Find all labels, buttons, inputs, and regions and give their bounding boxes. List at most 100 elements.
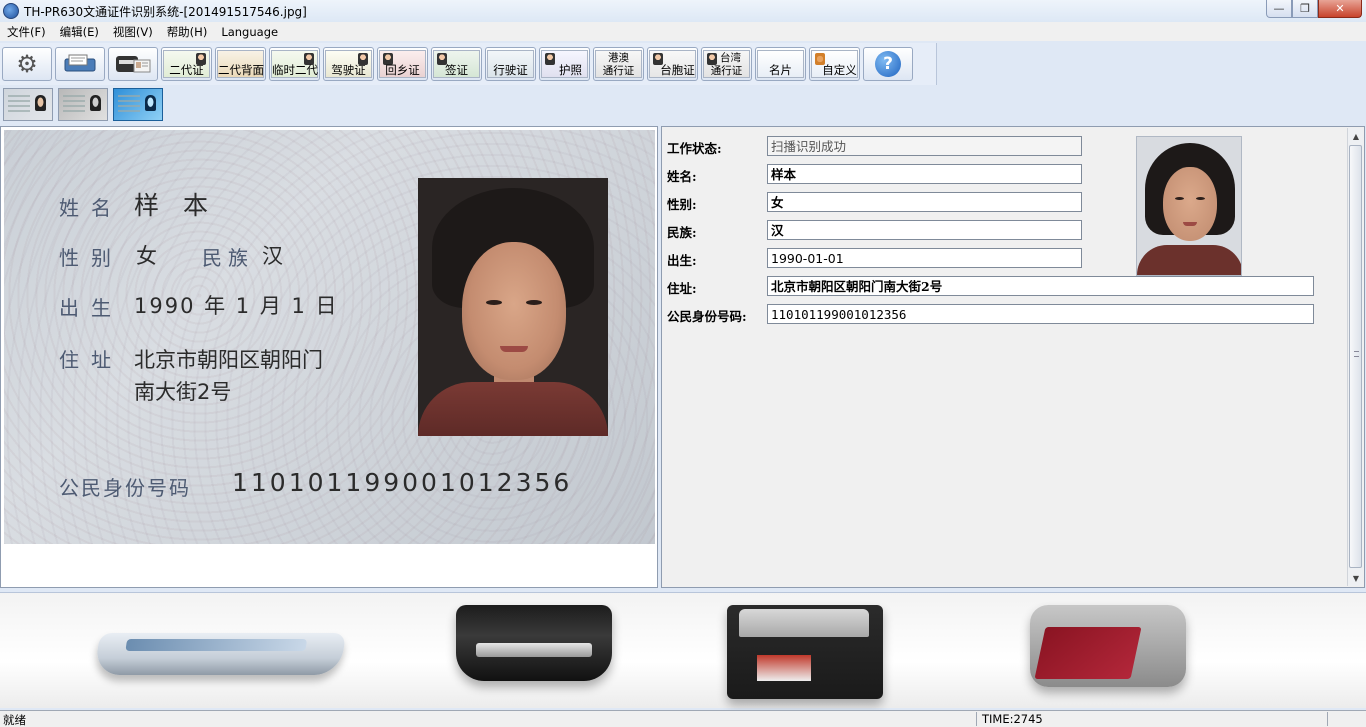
doc-taiwan-pass-button[interactable]: 台湾 通行证 bbox=[701, 47, 752, 81]
id-number-label: 公民身份号码: bbox=[667, 309, 747, 324]
id-card-image: 姓名 样 本 性别 女 民族 汉 出生 1990 年 1 月 1 日 住址 北京… bbox=[4, 130, 655, 544]
menu-view[interactable]: 视图(V) bbox=[106, 24, 160, 40]
menu-bar: 文件(F) 编辑(E) 视图(V) 帮助(H) Language bbox=[0, 22, 1366, 41]
doc-hk-macau-pass-button[interactable]: 港澳 通行证 bbox=[593, 47, 644, 81]
status-divider bbox=[1327, 712, 1328, 726]
scroll-down-icon[interactable]: ▼ bbox=[1348, 570, 1364, 586]
passport-reader-image bbox=[1030, 605, 1186, 687]
taiwan-pass-icon: 台湾 通行证 bbox=[703, 50, 750, 78]
doc-label: 行驶证 bbox=[493, 63, 528, 77]
maximize-button[interactable]: ❐ bbox=[1292, 0, 1318, 18]
doc-label: 台胞证 bbox=[660, 63, 695, 77]
doc-label: 自定义 bbox=[822, 63, 857, 77]
menu-file[interactable]: 文件(F) bbox=[0, 24, 53, 40]
doc-label: 名片 bbox=[769, 63, 792, 77]
scan-image-panel: 姓名 样 本 性别 女 民族 汉 出生 1990 年 1 月 1 日 住址 北京… bbox=[0, 126, 658, 588]
card-gender-label: 性别 bbox=[59, 246, 123, 270]
business-card-icon: 名片 bbox=[757, 50, 804, 78]
close-icon: ✕ bbox=[1335, 2, 1345, 15]
gender-field[interactable]: 女 bbox=[767, 192, 1082, 212]
status-label: 工作状态: bbox=[667, 141, 722, 156]
homecoming-permit-icon: 回乡证 bbox=[379, 50, 426, 78]
doc-custom-button[interactable]: 自定义 bbox=[809, 47, 860, 81]
ethnicity-field[interactable]: 汉 bbox=[767, 220, 1082, 240]
birth-label: 出生: bbox=[667, 253, 697, 268]
menu-edit[interactable]: 编辑(E) bbox=[53, 24, 106, 40]
help-icon: ? bbox=[875, 51, 901, 77]
name-label: 姓名: bbox=[667, 169, 697, 184]
menu-language[interactable]: Language bbox=[214, 25, 285, 39]
card-portrait bbox=[418, 178, 608, 436]
status-divider bbox=[976, 712, 977, 726]
card-address-line1: 北京市朝阳区朝阳门 bbox=[134, 348, 323, 372]
minimize-button[interactable]: — bbox=[1266, 0, 1292, 18]
driver-license-icon: 驾驶证 bbox=[325, 50, 372, 78]
doc-temp-idcard-button[interactable]: 临时二代 bbox=[269, 47, 320, 81]
card-address-label: 住址 bbox=[59, 348, 123, 372]
window-controls: — ❐ ✕ bbox=[1266, 0, 1362, 18]
scroll-up-icon[interactable]: ▲ bbox=[1348, 128, 1364, 144]
thumbnail-grayscale[interactable] bbox=[58, 88, 108, 121]
app-icon bbox=[3, 3, 19, 19]
window-title: TH-PR630文通证件识别系统-[201491517546.jpg] bbox=[24, 4, 307, 19]
doc-driver-license-button[interactable]: 驾驶证 bbox=[323, 47, 374, 81]
close-button[interactable]: ✕ bbox=[1318, 0, 1362, 18]
doc-label: 二代背面 bbox=[218, 63, 264, 77]
title-bar: TH-PR630文通证件识别系统-[201491517546.jpg] — ❐ … bbox=[0, 0, 1366, 22]
gender-label: 性别: bbox=[667, 197, 697, 212]
card-name-label: 姓名 bbox=[59, 196, 123, 220]
menu-help[interactable]: 帮助(H) bbox=[160, 24, 215, 40]
doc-idcard-button[interactable]: 二代证 bbox=[161, 47, 212, 81]
doc-label: 通行证 bbox=[602, 65, 635, 77]
scanner-icon bbox=[64, 54, 96, 72]
taiwan-compatriot-icon: 台胞证 bbox=[649, 50, 696, 78]
idcard-back-icon: 二代背面 bbox=[217, 50, 264, 78]
device-button[interactable] bbox=[108, 47, 158, 81]
extracted-portrait bbox=[1136, 136, 1242, 276]
status-bar: 就绪 TIME:2745 bbox=[0, 710, 1366, 727]
doc-vehicle-license-button[interactable]: 行驶证 bbox=[485, 47, 536, 81]
doc-label: 护照 bbox=[559, 63, 582, 77]
card-id-number: 110101199001012356 bbox=[232, 468, 573, 497]
thumbnail-infrared[interactable] bbox=[113, 88, 163, 121]
temp-idcard-icon: 临时二代 bbox=[271, 50, 318, 78]
doc-idcard-back-button[interactable]: 二代背面 bbox=[215, 47, 266, 81]
card-name-value: 样 本 bbox=[134, 191, 216, 220]
doc-business-card-button[interactable]: 名片 bbox=[755, 47, 806, 81]
doc-label: 二代证 bbox=[169, 63, 204, 77]
settings-button[interactable]: ⚙ bbox=[2, 47, 52, 81]
scan-button[interactable] bbox=[55, 47, 105, 81]
hk-macau-pass-icon: 港澳 通行证 bbox=[595, 50, 642, 78]
doc-label: 通行证 bbox=[710, 65, 743, 77]
id-number-field[interactable]: 110101199001012356 bbox=[767, 304, 1314, 324]
doc-visa-button[interactable]: 签证 bbox=[431, 47, 482, 81]
address-field[interactable]: 北京市朝阳区朝阳门南大街2号 bbox=[767, 276, 1314, 296]
vertical-scrollbar[interactable]: ▲ ▼ bbox=[1347, 128, 1363, 586]
card-birth-label: 出生 bbox=[59, 296, 123, 320]
scroll-thumb[interactable] bbox=[1349, 145, 1362, 568]
name-field[interactable]: 样本 bbox=[767, 164, 1082, 184]
doc-passport-button[interactable]: 护照 bbox=[539, 47, 590, 81]
restore-icon: ❐ bbox=[1300, 2, 1310, 15]
minimize-icon: — bbox=[1273, 2, 1285, 15]
doc-label: 回乡证 bbox=[385, 63, 420, 77]
card-ethnicity-value: 汉 bbox=[262, 244, 283, 268]
result-panel: 工作状态: 扫播识别成功 姓名: 样本 性别: 女 民族: 汉 出生: 1990… bbox=[661, 126, 1365, 588]
thumbnail-strip bbox=[0, 85, 1366, 126]
birth-field[interactable]: 1990-01-01 bbox=[767, 248, 1082, 268]
doc-taiwan-compatriot-button[interactable]: 台胞证 bbox=[647, 47, 698, 81]
idcard-icon: 二代证 bbox=[163, 50, 210, 78]
flatbed-scanner-image bbox=[94, 633, 346, 675]
status-field[interactable]: 扫播识别成功 bbox=[767, 136, 1082, 156]
visa-icon: 签证 bbox=[433, 50, 480, 78]
help-button[interactable]: ? bbox=[863, 47, 913, 81]
toolbar-area: ⚙ 二代证 二代背面 临时二代 驾驶证 回乡证 签证 行驶证 护照 港澳 通行证… bbox=[0, 41, 1366, 85]
card-gender-value: 女 bbox=[136, 244, 157, 268]
doc-homecoming-button[interactable]: 回乡证 bbox=[377, 47, 428, 81]
card-ethnicity-label: 民族 bbox=[202, 246, 254, 270]
status-text: 就绪 bbox=[3, 713, 26, 727]
doc-label: 临时二代 bbox=[272, 63, 318, 77]
thumbnail-front[interactable] bbox=[3, 88, 53, 121]
ethnicity-label: 民族: bbox=[667, 225, 697, 240]
passport-icon: 护照 bbox=[541, 50, 588, 78]
